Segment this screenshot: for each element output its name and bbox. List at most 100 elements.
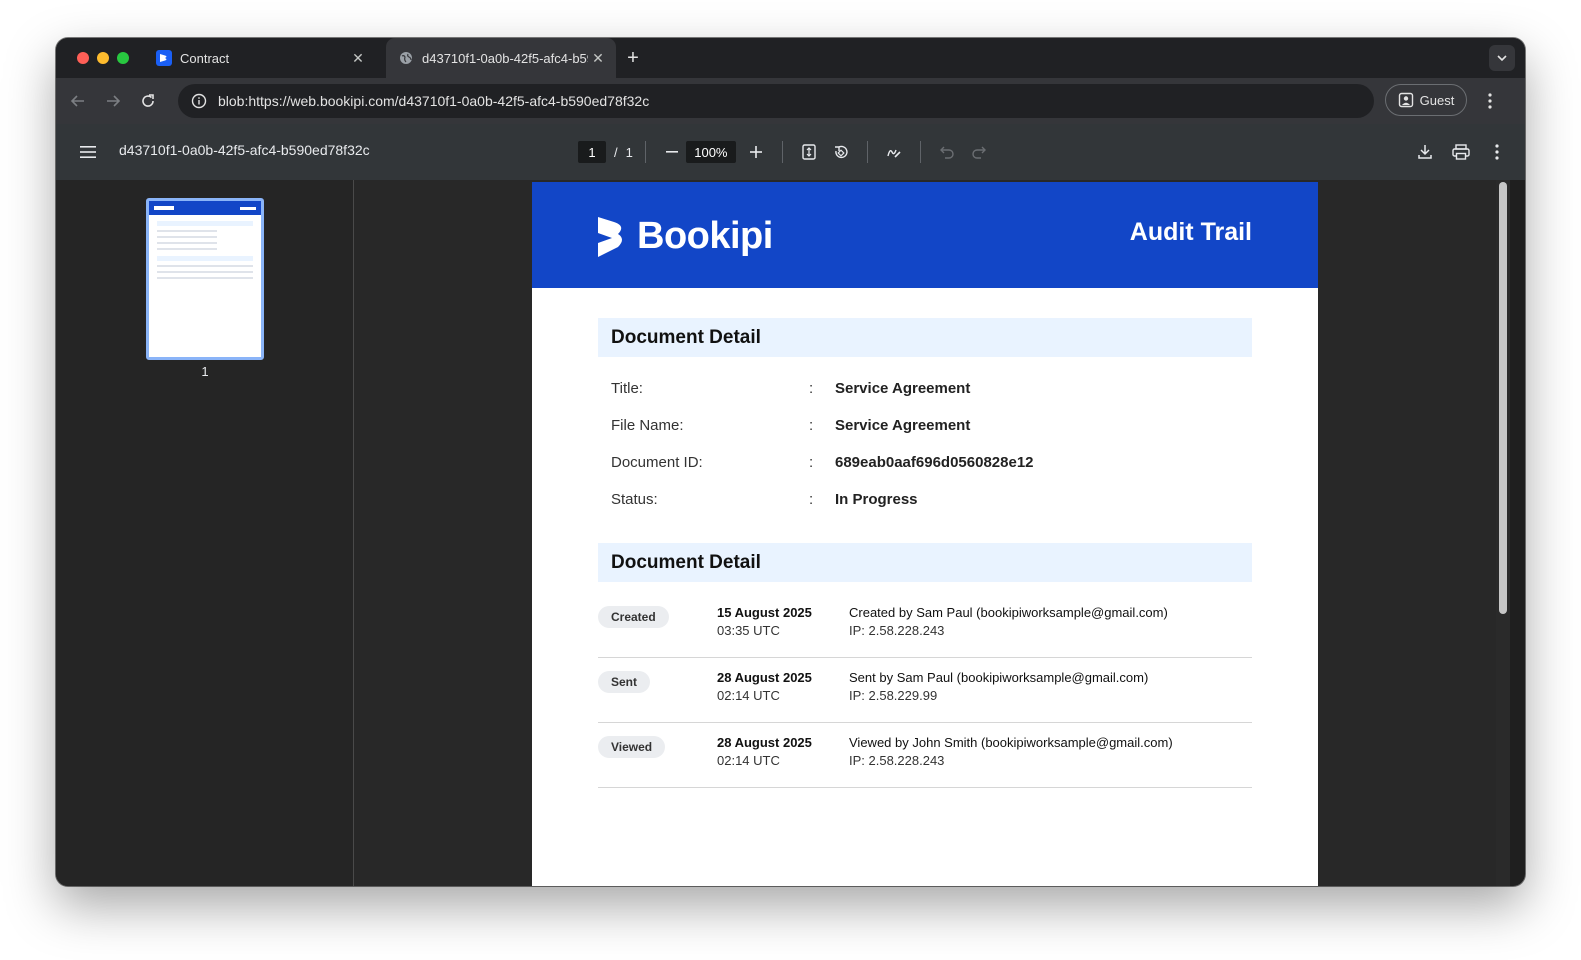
event-time: 03:35 UTC — [717, 623, 780, 638]
tab-title: Contract — [180, 50, 230, 66]
hamburger-menu-icon[interactable] — [76, 140, 100, 164]
bookipi-favicon-icon — [156, 50, 172, 66]
plus-icon[interactable] — [742, 138, 770, 166]
page-zoom-controls: 1 / 1 100% — [578, 138, 993, 166]
address-bar[interactable]: blob:https://web.bookipi.com/d43710f1-0a… — [178, 84, 1374, 118]
event-description: Sent by Sam Paul (bookipiworksample@gmai… — [849, 670, 1149, 685]
url-text: blob:https://web.bookipi.com/d43710f1-0a… — [218, 93, 650, 109]
print-icon[interactable] — [1447, 138, 1475, 166]
forward-arrow-icon[interactable] — [101, 89, 125, 113]
event-description: Created by Sam Paul (bookipiworksample@g… — [849, 605, 1168, 620]
profile-icon — [1398, 92, 1413, 108]
back-arrow-icon[interactable] — [66, 89, 90, 113]
page-number-input[interactable]: 1 — [578, 141, 606, 163]
document-banner: Bookipi Audit Trail — [532, 182, 1318, 288]
event-date: 28 August 2025 — [717, 670, 812, 685]
event-time: 02:14 UTC — [717, 753, 780, 768]
audit-event-row: Sent 28 August 2025 02:14 UTC Sent by Sa… — [598, 657, 1252, 723]
rotate-icon[interactable] — [827, 138, 855, 166]
pdf-file-title: d43710f1-0a0b-42f5-afc4-b590ed78f32c — [119, 142, 370, 158]
event-date: 28 August 2025 — [717, 735, 812, 750]
profile-label: Guest — [1419, 92, 1455, 108]
chevron-down-icon[interactable] — [1489, 45, 1515, 71]
detail-colon: : — [809, 417, 814, 434]
kebab-menu-icon[interactable] — [1483, 138, 1511, 166]
minimize-window-button[interactable] — [97, 52, 109, 64]
plus-icon[interactable]: + — [622, 47, 644, 69]
fit-page-icon[interactable] — [795, 138, 823, 166]
reload-icon[interactable] — [136, 89, 160, 113]
thumbnail-header — [149, 201, 261, 215]
annotate-pen-icon[interactable] — [880, 138, 908, 166]
total-pages: 1 — [625, 144, 633, 160]
audit-event-row: Created 15 August 2025 03:35 UTC Created… — [598, 592, 1252, 658]
detail-label: File Name: — [611, 417, 684, 434]
bookipi-logo: Bookipi — [598, 215, 773, 258]
detail-label: Title: — [611, 380, 643, 397]
section-title: Document Detail — [611, 326, 761, 348]
event-date: 15 August 2025 — [717, 605, 812, 620]
zoom-input[interactable]: 100% — [685, 141, 736, 163]
zoom-window-button[interactable] — [117, 52, 129, 64]
event-ip: IP: 2.58.229.99 — [849, 688, 938, 703]
thumbnail-page-number: 1 — [201, 364, 209, 379]
close-icon[interactable]: ✕ — [588, 48, 608, 68]
undo-icon[interactable] — [933, 138, 961, 166]
event-ip: IP: 2.58.228.243 — [849, 623, 945, 638]
detail-label: Document ID: — [611, 454, 703, 471]
detail-row-status: Status: : In Progress — [611, 491, 1231, 513]
page-thumbnail[interactable] — [146, 198, 264, 360]
event-time: 02:14 UTC — [717, 688, 780, 703]
pdf-toolbar: d43710f1-0a0b-42f5-afc4-b590ed78f32c 1 /… — [56, 124, 1525, 180]
tab-pdf[interactable]: d43710f1-0a0b-42f5-afc4-b590ed78f32c ✕ — [386, 38, 616, 78]
section-title: Document Detail — [611, 551, 761, 573]
vertical-scrollbar[interactable] — [1496, 180, 1510, 886]
pdf-actions — [1403, 138, 1511, 166]
detail-value: 689eab0aaf696d0560828e12 — [835, 454, 1034, 471]
tab-title: d43710f1-0a0b-42f5-afc4-b590ed78f32c — [422, 50, 588, 66]
detail-colon: : — [809, 380, 814, 397]
document-canvas[interactable]: Bookipi Audit Trail Document Detail Titl… — [354, 180, 1496, 886]
page-separator: / — [614, 144, 618, 160]
detail-colon: : — [809, 454, 814, 471]
divider — [781, 141, 783, 163]
event-description: Viewed by John Smith (bookipiworksample@… — [849, 735, 1173, 750]
pdf-page: Bookipi Audit Trail Document Detail Titl… — [532, 182, 1318, 886]
divider — [644, 141, 646, 163]
detail-row-title: Title: : Service Agreement — [611, 380, 1231, 402]
profile-button[interactable]: Guest — [1385, 84, 1467, 116]
detail-value: In Progress — [835, 491, 918, 508]
minus-icon[interactable] — [658, 138, 686, 166]
tab-strip: Contract ✕ d43710f1-0a0b-42f5-afc4-b590e… — [56, 38, 1525, 78]
section-header: Document Detail — [598, 318, 1252, 357]
info-icon[interactable] — [190, 92, 208, 110]
detail-row-file-name: File Name: : Service Agreement — [611, 417, 1231, 439]
browser-toolbar: blob:https://web.bookipi.com/d43710f1-0a… — [56, 78, 1525, 124]
detail-label: Status: — [611, 491, 658, 508]
status-badge: Created — [598, 606, 669, 628]
status-badge: Viewed — [598, 736, 666, 758]
scrollbar-thumb[interactable] — [1499, 182, 1507, 614]
brand-name: Bookipi — [637, 215, 773, 257]
bookipi-logo-icon — [598, 216, 622, 257]
audit-event-row: Viewed 28 August 2025 02:14 UTC Viewed b… — [598, 722, 1252, 788]
audit-trail-title: Audit Trail — [1129, 218, 1252, 246]
browser-window: Contract ✕ d43710f1-0a0b-42f5-afc4-b590e… — [56, 38, 1525, 886]
detail-value: Service Agreement — [835, 380, 971, 397]
redo-icon[interactable] — [965, 138, 993, 166]
detail-colon: : — [809, 491, 814, 508]
close-icon[interactable]: ✕ — [348, 48, 368, 68]
divider — [866, 141, 868, 163]
close-window-button[interactable] — [77, 52, 89, 64]
status-badge: Sent — [598, 671, 651, 693]
tab-contract[interactable]: Contract ✕ — [144, 38, 376, 78]
thumbnail-sidebar: 1 — [56, 180, 354, 886]
detail-value: Service Agreement — [835, 417, 971, 434]
event-ip: IP: 2.58.228.243 — [849, 753, 945, 768]
detail-row-document-id: Document ID: : 689eab0aaf696d0560828e12 — [611, 454, 1231, 476]
divider — [919, 141, 921, 163]
globe-icon — [398, 50, 414, 66]
kebab-menu-icon[interactable] — [1478, 89, 1502, 113]
section-header: Document Detail — [598, 543, 1252, 582]
download-icon[interactable] — [1411, 138, 1439, 166]
